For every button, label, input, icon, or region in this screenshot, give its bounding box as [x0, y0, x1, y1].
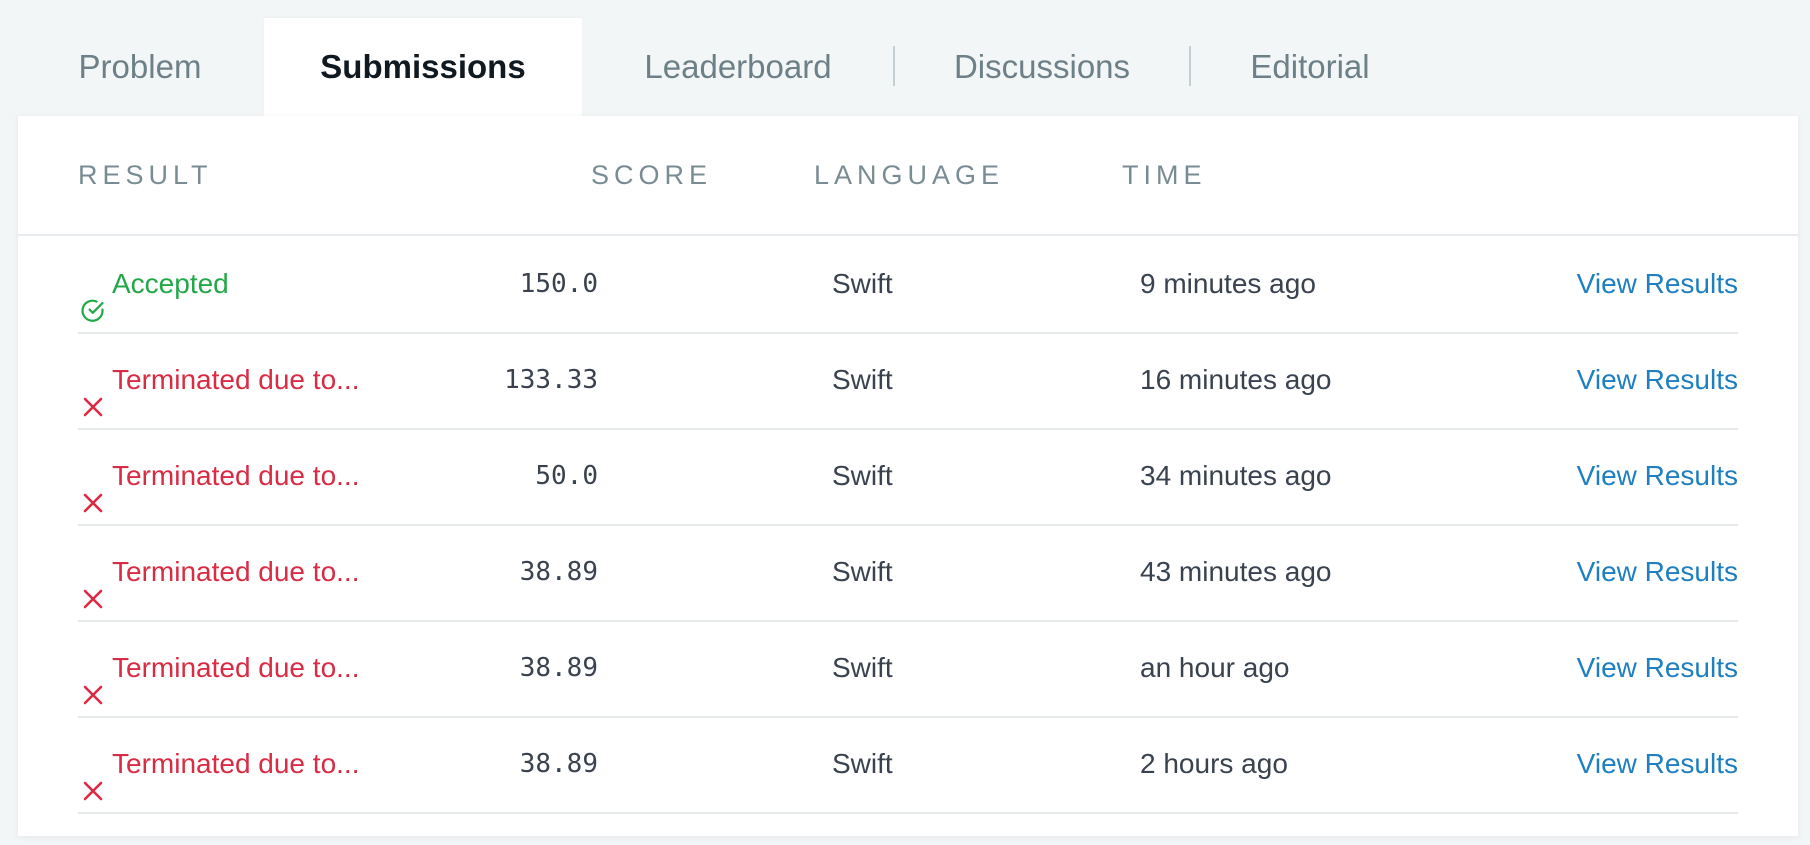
- language-cell: Swift: [832, 652, 893, 683]
- score-cell: 38.89: [519, 557, 598, 587]
- view-results-link[interactable]: View Results: [1577, 716, 1738, 812]
- view-results-link[interactable]: View Results: [1577, 524, 1738, 620]
- check-circle-icon: [78, 269, 108, 322]
- result-label: Terminated due to...: [112, 460, 360, 491]
- time-cell: 16 minutes ago: [1140, 364, 1332, 395]
- result-cell: Terminated due to...: [78, 524, 359, 620]
- table-row: Terminated due to... 50.0 Swift 34 minutes …: [78, 428, 1738, 526]
- result-cell: Accepted: [78, 236, 229, 332]
- view-results-link[interactable]: View Results: [1577, 428, 1738, 524]
- result-cell: Terminated due to...: [78, 716, 359, 812]
- tab-submissions[interactable]: Submissions: [264, 18, 582, 116]
- table-row: Terminated due to... 133.33 Swift 16 minute…: [78, 332, 1738, 430]
- time-cell: an hour ago: [1140, 652, 1290, 683]
- result-cell: Terminated due to...: [78, 428, 359, 524]
- x-icon: [78, 461, 108, 513]
- result-label: Terminated due to...: [112, 364, 360, 395]
- table-row: Terminated due to... 38.89 Swift 43 minutes…: [78, 524, 1738, 622]
- view-results-link[interactable]: View Results: [1577, 332, 1738, 428]
- score-cell: 150.0: [519, 269, 598, 299]
- x-icon: [78, 749, 108, 801]
- result-label: Terminated due to...: [112, 556, 360, 587]
- language-cell: Swift: [832, 460, 893, 491]
- result-label: Accepted: [112, 268, 229, 299]
- score-cell: 38.89: [519, 749, 598, 779]
- view-results-link[interactable]: View Results: [1577, 236, 1738, 332]
- time-cell: 9 minutes ago: [1140, 268, 1316, 299]
- result-label: Terminated due to...: [112, 652, 360, 683]
- tab-problem[interactable]: Problem: [40, 18, 240, 116]
- header-time: TIME: [1122, 160, 1207, 190]
- language-cell: Swift: [832, 364, 893, 395]
- submissions-panel: RESULT SCORE LANGUAGE TIME Accepted 150.0…: [18, 116, 1798, 836]
- tab-leaderboard[interactable]: Leaderboard: [606, 18, 870, 116]
- table-row: Terminated due to... 38.89 Swift 2 hours ag…: [78, 716, 1738, 814]
- score-cell: 38.89: [519, 653, 598, 683]
- table-row: Accepted 150.0 Swift 9 minutes ago View Resu…: [78, 236, 1738, 334]
- tab-editorial[interactable]: Editorial: [1210, 18, 1410, 116]
- score-cell: 133.33: [504, 365, 598, 395]
- x-icon: [78, 653, 108, 705]
- header-score: SCORE: [591, 160, 713, 190]
- view-results-link[interactable]: View Results: [1577, 620, 1738, 716]
- x-icon: [78, 557, 108, 609]
- time-cell: 34 minutes ago: [1140, 460, 1332, 491]
- time-cell: 2 hours ago: [1140, 748, 1288, 779]
- header-language: LANGUAGE: [814, 160, 1005, 190]
- time-cell: 43 minutes ago: [1140, 556, 1332, 587]
- table-row: Terminated due to... 38.89 Swift an hour ag…: [78, 620, 1738, 718]
- result-cell: Terminated due to...: [78, 332, 359, 428]
- score-cell: 50.0: [535, 461, 598, 491]
- language-cell: Swift: [832, 748, 893, 779]
- result-cell: Terminated due to...: [78, 620, 359, 716]
- tab-divider: [893, 46, 895, 86]
- tab-bar: Problem Submissions Leaderboard Discussi…: [0, 0, 1810, 116]
- x-icon: [78, 365, 108, 417]
- language-cell: Swift: [832, 556, 893, 587]
- table-header: RESULT SCORE LANGUAGE TIME: [18, 116, 1798, 236]
- tab-discussions[interactable]: Discussions: [916, 18, 1168, 116]
- result-label: Terminated due to...: [112, 748, 360, 779]
- tab-divider: [1189, 46, 1191, 86]
- language-cell: Swift: [832, 268, 893, 299]
- header-result: RESULT: [78, 160, 213, 190]
